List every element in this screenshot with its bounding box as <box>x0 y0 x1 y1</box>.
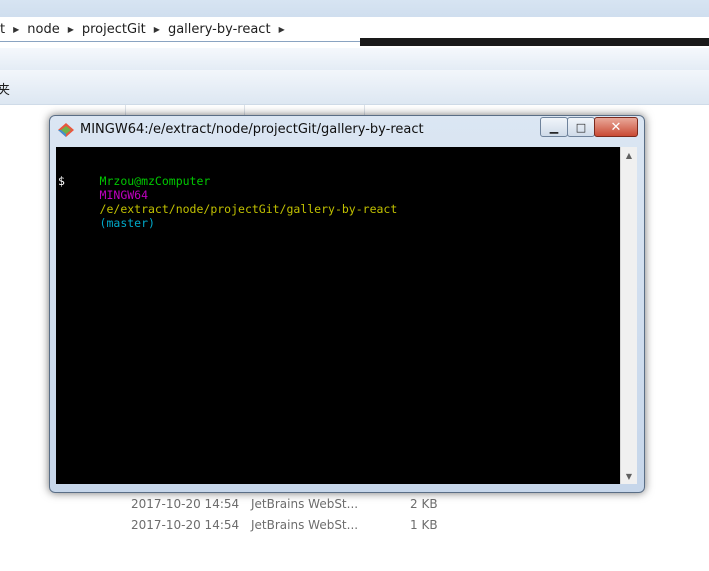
file-modified: 2017-10-20 14:54 <box>131 497 240 511</box>
terminal-scrollbar[interactable]: ▲ ▼ <box>620 147 637 484</box>
chevron-right-icon[interactable]: ▶ <box>276 25 288 34</box>
explorer-nav-header: 夹 <box>0 70 709 105</box>
explorer-toolbar <box>0 48 709 70</box>
file-size: 2 KB <box>410 497 438 511</box>
background-strip <box>360 38 709 46</box>
breadcrumb-item[interactable]: t <box>0 22 10 37</box>
prompt-line: Mrzou@mzComputer MINGW64 /e/extract/node… <box>58 160 398 244</box>
minimize-button[interactable]: ▁ <box>540 117 568 137</box>
terminal-window[interactable]: MINGW64:/e/extract/node/projectGit/galle… <box>49 115 645 493</box>
close-icon: ✕ <box>610 119 622 135</box>
breadcrumb-item[interactable]: gallery-by-react <box>163 22 276 37</box>
prompt-symbol: $ <box>58 174 65 188</box>
prompt-env: MINGW64 <box>99 188 149 202</box>
breadcrumb-item[interactable]: node <box>22 22 64 37</box>
chevron-right-icon[interactable]: ▶ <box>65 25 77 34</box>
window-title: MINGW64:/e/extract/node/projectGit/galle… <box>80 122 424 137</box>
maximize-button[interactable]: □ <box>567 117 595 137</box>
git-bash-icon <box>58 123 74 137</box>
chevron-right-icon[interactable]: ▶ <box>151 25 163 34</box>
file-type: JetBrains WebSt... <box>251 497 359 511</box>
chevron-right-icon[interactable]: ▶ <box>10 25 22 34</box>
breadcrumb-item[interactable]: projectGit <box>77 22 151 37</box>
prompt-path: /e/extract/node/projectGit/gallery-by-re… <box>99 202 398 216</box>
file-type: JetBrains WebSt... <box>251 518 359 532</box>
minimize-icon: ▁ <box>549 120 559 134</box>
prompt-user-host: Mrzou@mzComputer <box>99 174 211 188</box>
scroll-up-icon[interactable]: ▲ <box>621 147 637 163</box>
file-modified: 2017-10-20 14:54 <box>131 518 240 532</box>
file-size: 1 KB <box>410 518 438 532</box>
window-controls: ▁ □ ✕ <box>540 117 638 137</box>
close-button[interactable]: ✕ <box>594 117 638 137</box>
terminal-output[interactable]: Mrzou@mzComputer MINGW64 /e/extract/node… <box>56 147 620 484</box>
explorer-address-area: t ▶ node ▶ projectGit ▶ gallery-by-react… <box>0 0 709 42</box>
nav-folder-label[interactable]: 夹 <box>0 79 10 98</box>
prompt-branch: (master) <box>99 216 155 230</box>
maximize-icon: □ <box>575 120 587 134</box>
scroll-down-icon[interactable]: ▼ <box>621 468 637 484</box>
